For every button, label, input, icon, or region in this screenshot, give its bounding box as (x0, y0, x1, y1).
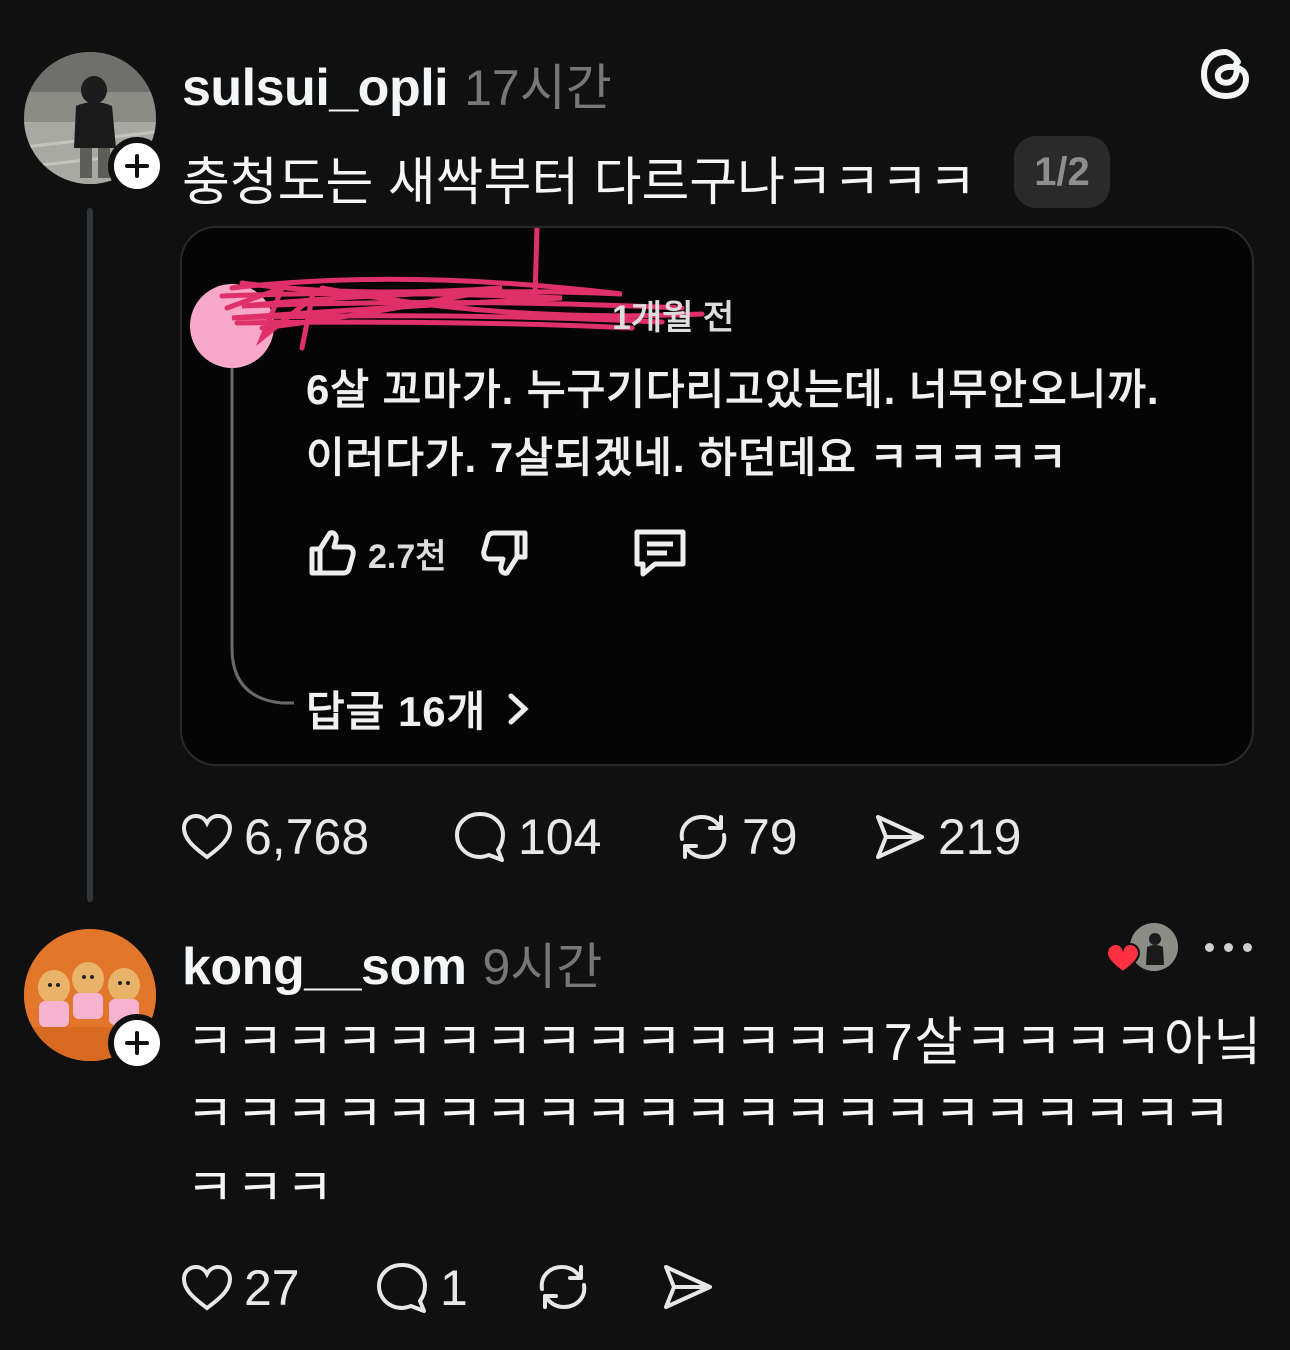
reply-body-line-3: ㅋㅋㅋ (186, 1160, 336, 1218)
repost-icon (679, 815, 727, 859)
repost-button[interactable]: 79 (674, 808, 798, 866)
reply-comment-count: 1 (440, 1260, 468, 1316)
heart-filled-icon (1106, 943, 1140, 973)
post-media-card[interactable]: 1개월 전 6살 꼬마가. 누구기다리고있는데. 너무안오니까. 이러다가. 7… (180, 226, 1254, 766)
media-like-count: 2.7천 (368, 537, 447, 576)
heart-icon (181, 813, 233, 860)
media-timestamp: 1개월 전 (612, 299, 735, 337)
media-comment-line-2: 이러다가. 7살되겠네. 하던데요 ㅋㅋㅋㅋㅋ (306, 434, 1068, 481)
send-icon (876, 815, 924, 859)
repost-icon (539, 1265, 587, 1309)
thumbs-down-icon (480, 530, 528, 576)
page-indicator-badge: 1/2 (1014, 136, 1110, 208)
speech-bubble-icon (455, 812, 505, 862)
chevron-right-icon (508, 693, 529, 724)
reply-header: kong__som 9시간 (182, 927, 602, 999)
reply-username[interactable]: kong__som (182, 937, 467, 997)
like-count: 6,768 (244, 809, 370, 865)
media-comment-line-1: 6살 꼬마가. 누구기다리고있는데. 너무안오니까. (306, 366, 1160, 413)
reply-repost-button[interactable] (534, 1259, 592, 1315)
reply-timestamp: 9시간 (482, 939, 603, 995)
reply-comment-button[interactable]: 1 (374, 1259, 468, 1317)
thread-connector-line (87, 208, 93, 902)
reply-post: kong__som 9시간 ㅋㅋㅋㅋㅋㅋㅋㅋㅋㅋㅋㅋㅋㅋ7살ㅋㅋㅋㅋ아닠 ㅋㅋㅋ… (0, 905, 1290, 1350)
plus-icon (125, 154, 149, 178)
heart-icon (181, 1264, 233, 1311)
media-replies-text: 답글 16개 (306, 688, 487, 735)
reply-follow-button[interactable] (108, 1014, 166, 1072)
reply-body-line-1: ㅋㅋㅋㅋㅋㅋㅋㅋㅋㅋㅋㅋㅋㅋ7살ㅋㅋㅋㅋ아닠 (186, 1014, 1264, 1072)
post-header: sulsui_opli 17시간 (182, 48, 612, 120)
speech-bubble-icon (377, 1263, 427, 1313)
reply-like-count: 27 (244, 1260, 300, 1316)
more-dots-icon[interactable] (1200, 939, 1257, 957)
media-replies-link: 답글 16개 (306, 678, 530, 739)
share-button[interactable]: 219 (872, 808, 1021, 866)
reply-bubble-icon (634, 529, 686, 577)
reply-body-line-2: ㅋㅋㅋㅋㅋㅋㅋㅋㅋㅋㅋㅋㅋㅋㅋㅋㅋㅋㅋㅋㅋ (186, 1086, 1233, 1144)
post-timestamp: 17시간 (464, 60, 612, 116)
send-icon (664, 1265, 712, 1309)
reply-like-button[interactable]: 27 (180, 1259, 300, 1317)
post: sulsui_opli 17시간 충청도는 새싹부터 다르구나ㅋㅋㅋㅋ 1/2 (0, 0, 1290, 905)
post-username[interactable]: sulsui_opli (182, 58, 449, 118)
post-body-text: 충청도는 새싹부터 다르구나ㅋㅋㅋㅋ (182, 154, 977, 212)
reply-share-button[interactable] (660, 1259, 716, 1315)
comment-button[interactable]: 104 (452, 808, 601, 866)
media-action-row: 2.7천 (306, 526, 689, 580)
repost-count: 79 (742, 809, 798, 865)
thumbs-up-icon (309, 530, 356, 576)
plus-icon (125, 1031, 149, 1055)
comment-count: 104 (518, 809, 602, 865)
liked-by-author-badge (1106, 923, 1178, 975)
threads-logo-icon[interactable] (1198, 46, 1254, 102)
like-button[interactable]: 6,768 (180, 808, 369, 866)
follow-button[interactable] (108, 137, 166, 195)
share-count: 219 (938, 809, 1022, 865)
